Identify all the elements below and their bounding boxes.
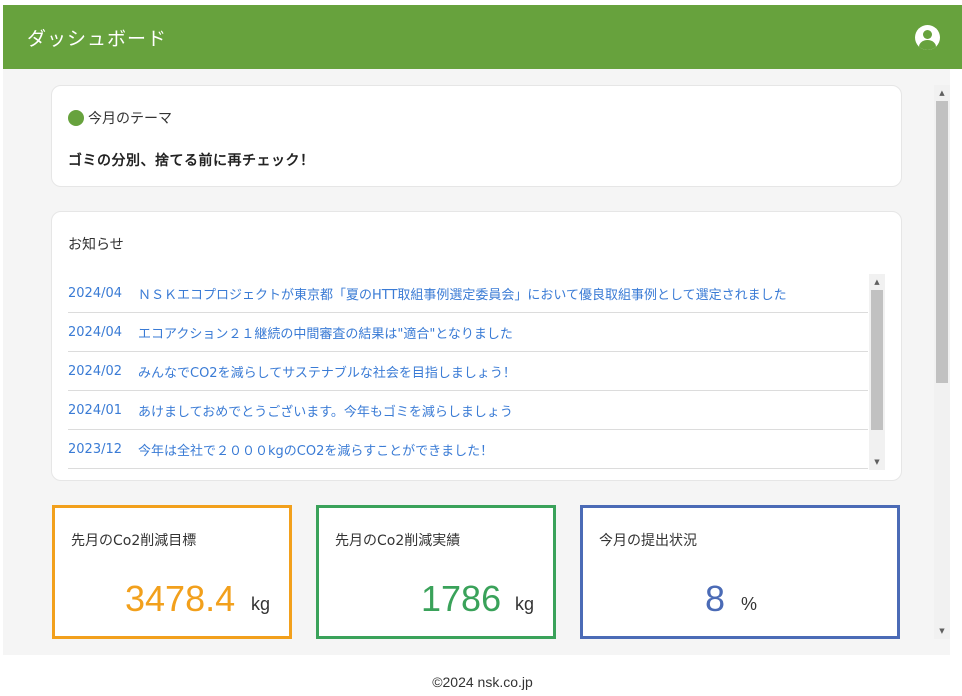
user-circle-icon[interactable] (915, 24, 940, 50)
co2-result-card: 先月のCo2削減実績 1786 kg (316, 505, 556, 639)
news-date: 2024/01 (68, 402, 123, 418)
news-date: 2024/04 (68, 285, 123, 301)
theme-text: ゴミの分別、捨てる前に再チェック！ (68, 153, 315, 169)
submission-status-card: 今月の提出状況 8 % (580, 505, 900, 639)
page-title: ダッシュボード (27, 27, 168, 50)
news-title: あけましておめでとうございます。今年もゴミを減らしましょう (138, 404, 513, 420)
news-scrollbar-thumb[interactable] (871, 290, 883, 430)
scroll-down-arrow-icon[interactable]: ▼ (869, 454, 885, 470)
stat-value: 3478.4 (125, 578, 236, 619)
news-title: ＮＳＫエコプロジェクトが東京都「夏のHTT取組事例選定委員会」において優良取組事… (138, 287, 787, 303)
app-header: ダッシュボード (3, 5, 962, 69)
news-list[interactable]: 2024/04 ＮＳＫエコプロジェクトが東京都「夏のHTT取組事例選定委員会」に… (68, 274, 868, 470)
theme-card: 今月のテーマ ゴミの分別、捨てる前に再チェック！ (51, 85, 902, 187)
theme-heading: 今月のテーマ (68, 108, 172, 128)
footer-copyright: ©2024 nsk.co.jp (432, 674, 533, 690)
stat-value: 1786 (421, 578, 502, 619)
news-scrollbar[interactable]: ▲ ▼ (869, 274, 885, 470)
news-item[interactable]: 2024/04 エコアクション２１継続の中間審査の結果は"適合"となりました (68, 313, 868, 352)
stat-value: 8 (705, 578, 726, 619)
page-vertical-scrollbar[interactable]: ▲ ▼ (934, 85, 950, 639)
dashboard-content[interactable]: 今月のテーマ ゴミの分別、捨てる前に再チェック！ お知らせ 2024/04 ＮＳ… (3, 69, 950, 655)
news-item[interactable]: 2024/01 あけましておめでとうございます。今年もゴミを減らしましょう (68, 391, 868, 430)
stat-label: 先月のCo2削減実績 (335, 533, 461, 549)
news-title: エコアクション２１継続の中間審査の結果は"適合"となりました (138, 326, 513, 342)
scroll-up-arrow-icon[interactable]: ▲ (934, 85, 950, 101)
news-date: 2024/04 (68, 324, 123, 340)
green-dot-icon (68, 110, 84, 126)
news-date: 2024/02 (68, 363, 123, 379)
news-item[interactable]: 2024/04 ＮＳＫエコプロジェクトが東京都「夏のHTT取組事例選定委員会」に… (68, 274, 868, 313)
scroll-up-arrow-icon[interactable]: ▲ (869, 274, 885, 290)
theme-heading-label: 今月のテーマ (88, 111, 172, 127)
news-item[interactable]: 2024/02 みんなでCO2を減らしてサステナブルな社会を目指しましょう！ (68, 352, 868, 391)
news-date: 2023/12 (68, 441, 123, 457)
stat-unit: % (741, 594, 758, 614)
stat-unit: kg (251, 594, 271, 614)
news-heading: お知らせ (68, 237, 124, 253)
news-item[interactable]: 2023/12 今年は全社で２０００kgのCO2を減らすことができました！ (68, 430, 868, 469)
scroll-down-arrow-icon[interactable]: ▼ (934, 623, 950, 639)
news-card: お知らせ 2024/04 ＮＳＫエコプロジェクトが東京都「夏のHTT取組事例選定… (51, 211, 902, 481)
co2-target-card: 先月のCo2削減目標 3478.4 kg (52, 505, 292, 639)
stat-unit: kg (515, 594, 535, 614)
stat-label: 先月のCo2削減目標 (71, 533, 197, 549)
page-scrollbar-thumb[interactable] (936, 101, 948, 383)
stat-label: 今月の提出状況 (599, 533, 697, 549)
user-head (923, 29, 932, 39)
news-title: みんなでCO2を減らしてサステナブルな社会を目指しましょう！ (138, 365, 516, 381)
user-shoulders (919, 39, 936, 50)
news-title: 今年は全社で２０００kgのCO2を減らすことができました！ (138, 443, 494, 459)
